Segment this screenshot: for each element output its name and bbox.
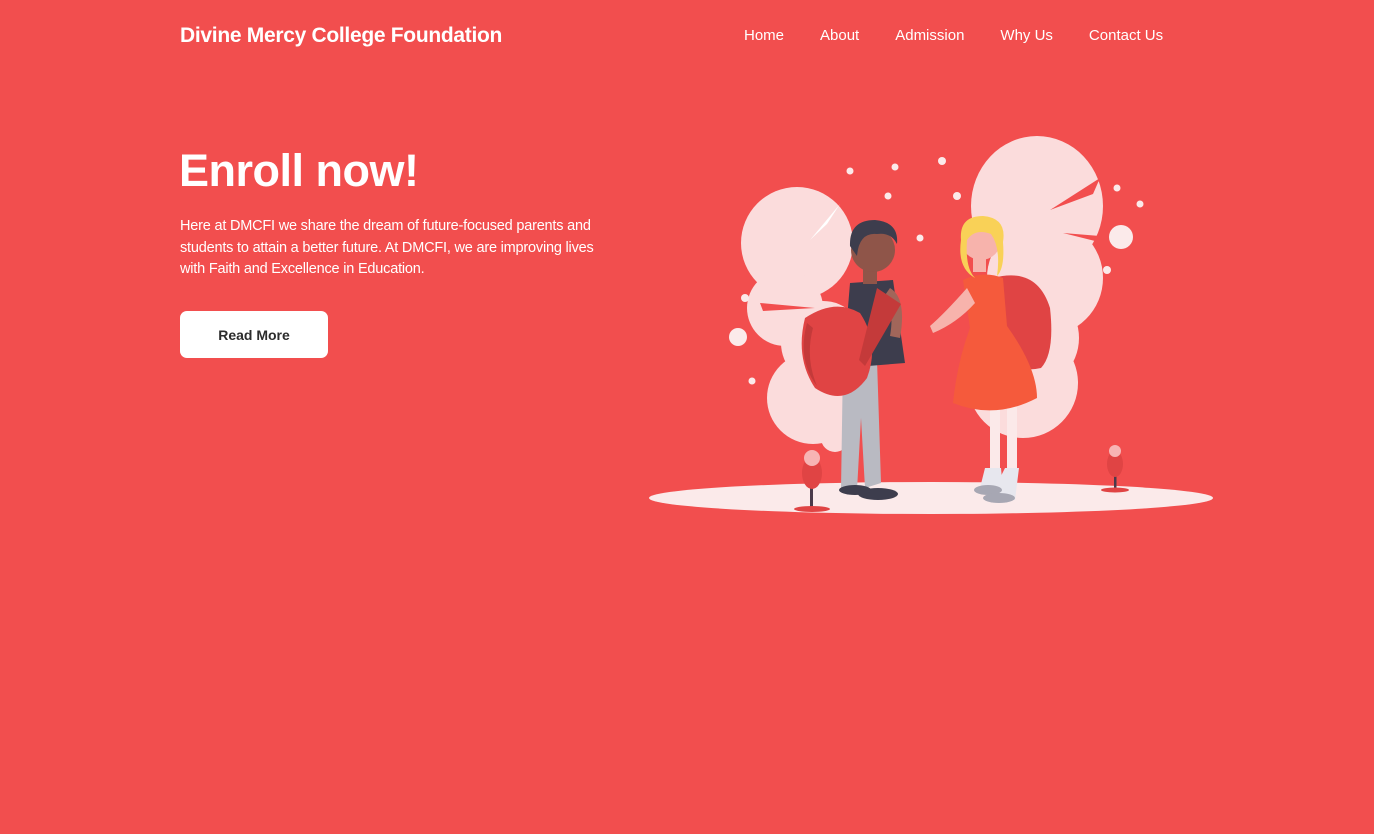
nav-link-why-us[interactable]: Why Us — [1000, 27, 1053, 44]
hero-description: Here at DMCFI we share the dream of futu… — [180, 218, 594, 277]
plant-right — [1101, 445, 1129, 493]
nav-link-contact-us[interactable]: Contact Us — [1089, 27, 1163, 44]
site-header: Divine Mercy College Foundation Home Abo… — [0, 0, 1374, 72]
students-with-backpacks-illustration — [649, 136, 1213, 514]
ground-shadow — [649, 482, 1213, 514]
nav-link-home[interactable]: Home — [744, 27, 784, 44]
nav-link-about[interactable]: About — [820, 27, 859, 44]
nav-link-admission[interactable]: Admission — [895, 27, 964, 44]
site-logo-text[interactable]: Divine Mercy College Foundation — [180, 24, 502, 48]
read-more-button[interactable]: Read More — [180, 311, 328, 358]
main-nav: Home About Admission Why Us Contact Us — [744, 27, 1163, 44]
hero-title: Enroll now! — [179, 145, 419, 196]
